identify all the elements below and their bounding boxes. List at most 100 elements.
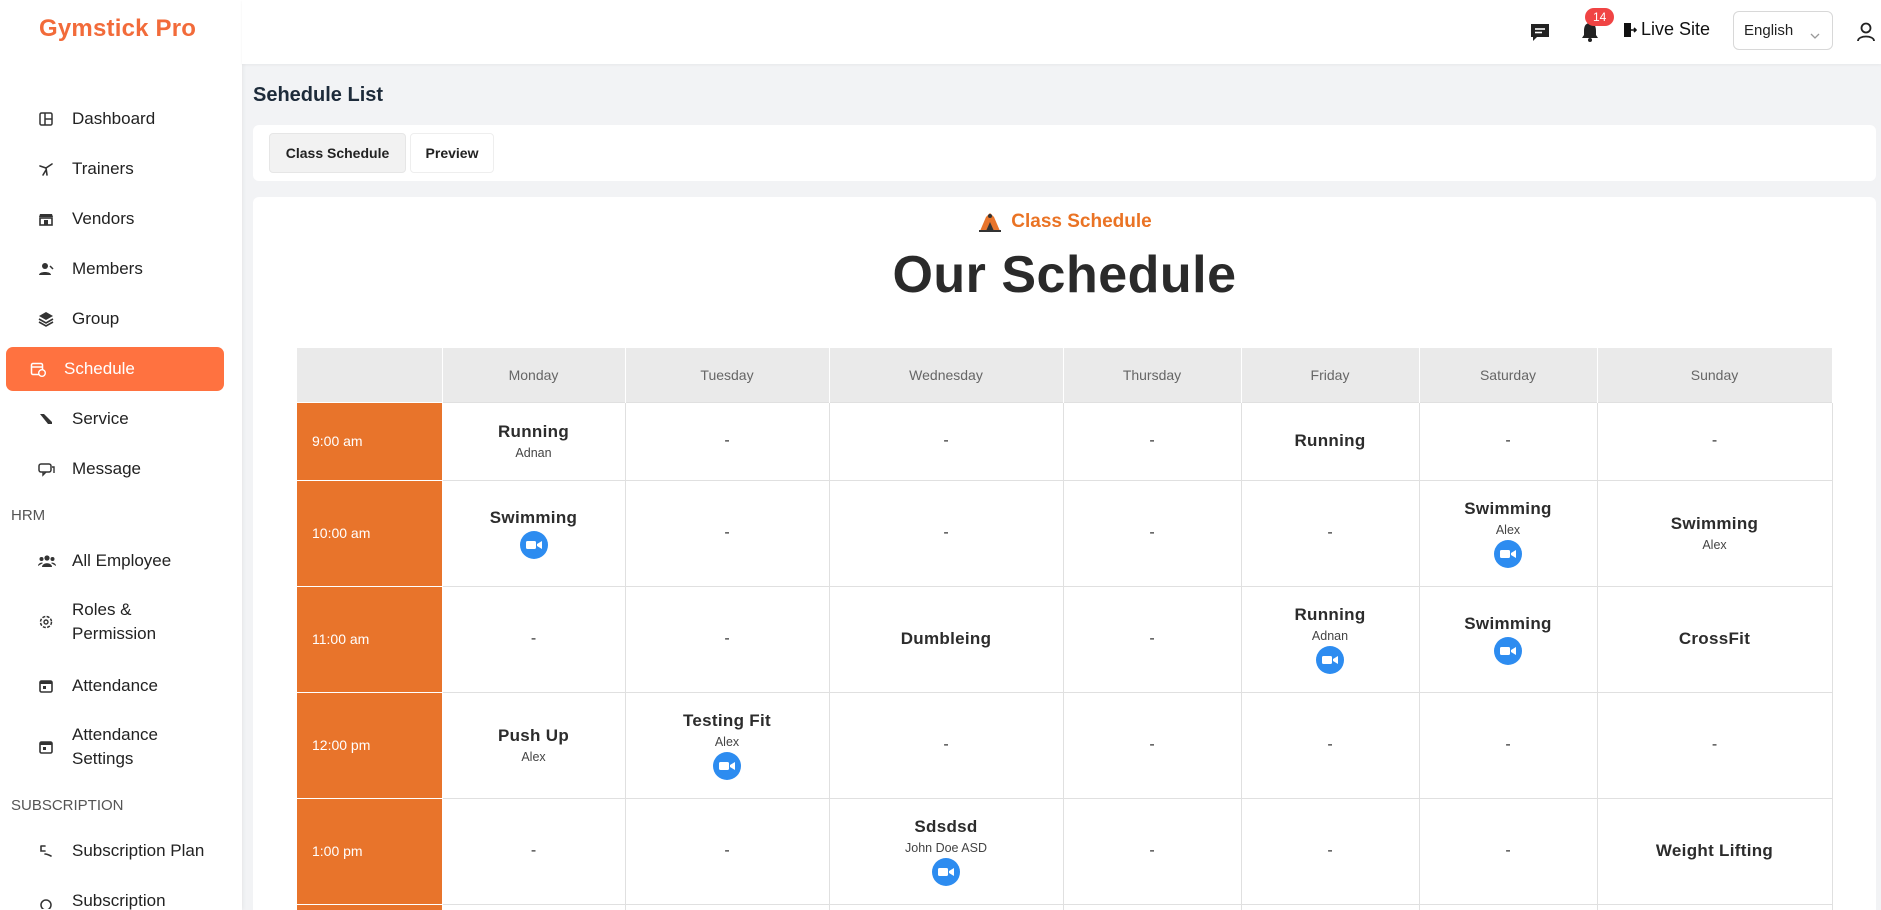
video-call-icon[interactable] [932,857,960,886]
sidebar-item-members[interactable]: Members [6,247,224,291]
service-icon [38,409,62,429]
schedule-cell: - [624,479,830,587]
day-header: Saturday [1419,348,1598,402]
video-call-icon[interactable] [713,751,741,780]
sidebar-item-vendors[interactable]: Vendors [6,197,224,241]
schedule-header-row: Monday Tuesday Wednesday Thursday Friday Satu… [297,348,1833,402]
schedule-cell: - [1062,585,1242,693]
tab-class-schedule[interactable]: Class Schedule [269,133,406,173]
layers-icon [38,309,62,329]
class-name: Dumbleing [900,629,992,648]
calendar-icon [38,676,62,696]
trainer-name: Alex [714,734,740,749]
video-call-icon[interactable] [1494,636,1522,665]
schedule-cell: Weight Lifting [1596,797,1833,905]
chevron-down-icon [1810,27,1820,44]
sidebar-item-label: Schedule [64,359,135,378]
live-site-link[interactable]: Live Site [1623,19,1710,40]
sidebar-item-message[interactable]: Message [6,447,224,491]
sidebar-item-attendance-settings[interactable]: Attendance Settings [6,722,224,772]
class-name: Testing Fit [683,710,771,730]
schedule-cell [1240,903,1420,910]
sidebar-item-subscription[interactable]: Subscription [6,879,224,910]
header-corner [297,348,443,402]
class-entry: Sdsdsd John Doe ASD [830,817,1063,886]
time-slot: 10:00 am [297,479,443,587]
empty-slot: - [724,524,730,541]
schedule-cell: - [1418,691,1598,799]
sidebar-item-label: Group [72,309,120,328]
sidebar-item-schedule[interactable]: Schedule [6,347,224,391]
schedule-cell: - [1418,401,1598,481]
empty-slot: - [1505,432,1511,449]
class-entry: Swimming Alex [1420,499,1597,568]
sidebar-item-group[interactable]: Group [6,297,224,341]
schedule-cell: Running Adnan [1240,585,1420,693]
tab-preview[interactable]: Preview [410,133,494,173]
schedule-row: 11:00 am - - Dumbleing - Running Adnan Swimming… [297,585,1833,693]
sidebar-item-trainers[interactable]: Trainers [6,147,224,191]
video-call-icon[interactable] [1316,645,1344,674]
schedule-title: Our Schedule [892,246,1237,304]
trainer-name: Alex [1495,522,1521,537]
schedule-cell [1062,903,1242,910]
day-header: Wednesday [829,348,1064,402]
language-select[interactable]: English [1733,11,1833,50]
empty-slot: - [943,432,949,449]
empty-slot: - [943,736,949,753]
sidebar-item-label: Subscription [72,891,166,910]
sidebar-item-attendance[interactable]: Attendance [6,664,224,708]
page-title: Sehedule List [253,84,384,106]
trainer-name: John Doe ASD [905,840,987,855]
sidebar-item-roles-permission[interactable]: Roles & Permission [6,597,224,647]
class-entry: Dumbleing [830,629,1063,649]
schedule-row: 9:00 am Running Adnan - - - Running - - [297,401,1833,481]
sidebar-item-subscription-plan[interactable]: Subscription Plan [6,829,224,873]
empty-slot: - [724,630,730,647]
day-header: Monday [442,348,626,402]
empty-slot: - [1149,736,1155,753]
class-name: Weight Lifting [1655,841,1774,860]
sidebar-item-label: Service [72,409,129,428]
empty-slot: - [943,524,949,541]
user-icon[interactable] [1854,20,1878,44]
class-name: Running [1294,604,1366,624]
schedule-cell: - [441,585,626,693]
sidebar-item-label: Trainers [72,159,134,178]
chat-icon[interactable] [1528,20,1552,44]
empty-slot: - [1327,736,1333,753]
sidebar-item-label: Roles & Permission [72,600,157,643]
store-icon [38,209,62,229]
schedule-cell [624,903,830,910]
empty-slot: - [1505,736,1511,753]
exit-icon [1623,22,1637,38]
schedule-cell: - [828,479,1064,587]
video-call-icon[interactable] [519,530,548,559]
schedule-table: Monday Tuesday Wednesday Thursday Friday Satu… [297,348,1833,910]
empty-slot: - [1149,524,1155,541]
time-slot: 9:00 am [297,401,443,481]
empty-slot: - [724,432,730,449]
sidebar-item-label: Attendance Settings [72,725,159,768]
dashboard-icon [38,109,62,129]
section-label: Class Schedule [253,211,1876,233]
sidebar-item-all-employee[interactable]: All Employee [6,539,224,583]
trainer-name: Alex [521,750,546,764]
schedule-row: 12:00 pm Push Up Alex Testing Fit Alex - - - - - [297,691,1833,799]
time-slot: 11:00 am [297,585,443,693]
section-heading-subscription: SUBSCRIPTION [11,797,124,814]
schedule-cell: - [828,401,1064,481]
video-call-icon[interactable] [1494,539,1522,568]
class-name: Push Up [497,726,570,745]
schedule-cell: - [1596,691,1833,799]
sidebar-item-service[interactable]: Service [6,397,224,441]
class-name: Swimming [489,507,578,527]
sidebar-item-dashboard[interactable]: Dashboard [6,97,224,141]
schedule-row [297,903,1833,910]
sidebar-item-label: Vendors [72,209,135,228]
brand-logo[interactable]: Gymstick Pro [39,15,196,43]
day-header: Tuesday [625,348,830,402]
empty-slot: - [530,842,537,859]
day-header: Friday [1241,348,1420,402]
class-entry: Swimming [443,508,625,559]
